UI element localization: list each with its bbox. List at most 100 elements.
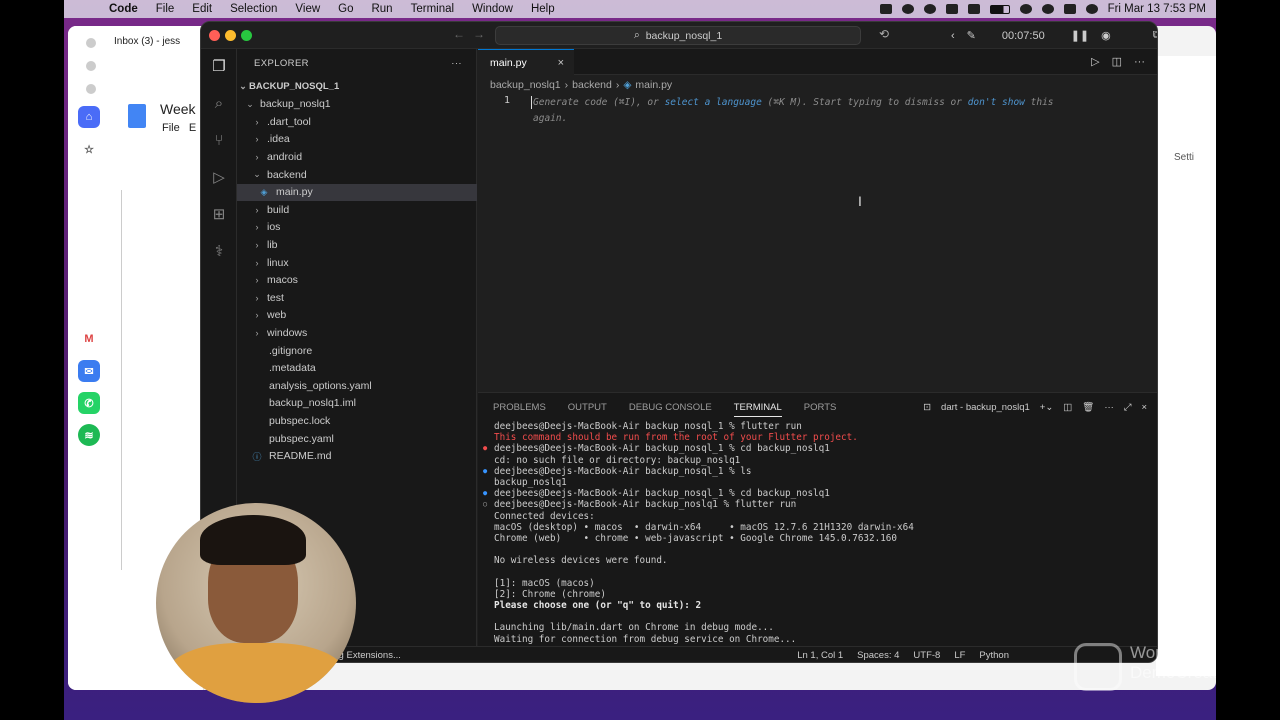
terminal-output[interactable]: deejbees@Deejs-MacBook-Air backup_nosql_… [483,421,1144,645]
tree-item[interactable]: pubspec.lock [237,412,477,430]
split-terminal-icon[interactable]: ◫ [1063,402,1072,413]
doc-menu-edit[interactable]: E [189,122,196,134]
dont-show-link[interactable]: don't show [968,97,1025,108]
command-decoration-icon[interactable]: ● [483,466,487,477]
status-cursor-position[interactable]: Ln 1, Col 1 [797,650,843,661]
tree-item[interactable]: › .dart_tool [237,113,477,131]
chevron-left-icon[interactable]: ‹ [951,30,955,42]
close-button[interactable] [209,30,220,41]
source-control-icon[interactable]: ⑂ [209,131,229,151]
search-icon[interactable]: ⌕ [209,94,229,114]
tree-item[interactable]: ⌄ backend [237,166,477,184]
status-encoding[interactable]: UTF-8 [913,650,940,661]
tab-terminal[interactable]: TERMINAL [733,398,782,417]
run-icon[interactable]: ▷ [1091,55,1099,68]
tree-item[interactable]: › web [237,307,477,325]
control-center-icon[interactable] [1063,4,1076,14]
tree-item[interactable]: › ios [237,219,477,237]
star-icon[interactable]: ☆ [78,138,100,160]
breadcrumb-file[interactable]: main.py [635,79,672,91]
status-app-icon[interactable] [879,4,892,14]
zoom-button[interactable] [241,30,252,41]
status-indentation[interactable]: Spaces: 4 [857,650,899,661]
pen-icon[interactable]: ✎ [967,29,976,42]
split-editor-icon[interactable]: ◫ [1112,55,1122,68]
pause-icon[interactable]: ❚❚ [1071,29,1089,42]
messenger-icon[interactable]: ✉ [78,360,100,382]
status-app-icon[interactable] [923,4,936,14]
more-actions-icon[interactable]: ··· [1134,56,1145,68]
spotify-icon[interactable]: ≋ [78,424,100,446]
wifi-icon[interactable] [1019,4,1032,14]
pdf-icon[interactable] [945,4,958,14]
tab-output[interactable]: OUTPUT [568,402,607,413]
tree-item[interactable]: ⌄ backup_noslq1 [237,96,477,114]
tab-main-py[interactable]: main.py × [478,49,574,75]
status-app-icon[interactable] [901,4,914,14]
run-debug-icon[interactable]: ▷ [209,168,229,188]
trash-icon[interactable]: 🗑 [1082,402,1094,413]
menu-edit[interactable]: Edit [183,3,221,15]
layout-icon[interactable]: ⧉ [1153,29,1157,42]
chrome-tab-gmail[interactable]: Inbox (3) - jess [114,36,180,47]
tree-item[interactable]: › windows [237,324,477,342]
command-decoration-icon[interactable]: ○ [483,499,487,510]
python-icon[interactable]: ⚕ [209,242,229,262]
add-terminal-icon[interactable]: +⌄ [1040,402,1054,413]
breadcrumb-folder[interactable]: backup_noslq1 [490,79,561,91]
tree-item[interactable]: › linux [237,254,477,272]
menu-window[interactable]: Window [463,3,522,15]
menu-file[interactable]: File [147,3,184,15]
more-actions-icon[interactable]: ··· [451,58,462,69]
spotlight-icon[interactable] [1041,4,1054,14]
root-folder[interactable]: ⌄ BACKUP_NOSQL_1 [237,78,477,96]
minimize-button[interactable] [225,30,236,41]
breadcrumb-subfolder[interactable]: backend [572,79,612,91]
maximize-panel-icon[interactable]: ⤢ [1124,402,1132,413]
tree-item[interactable]: analysis_options.yaml [237,377,477,395]
tree-item[interactable]: › test [237,289,477,307]
zoom-dot[interactable] [86,84,96,94]
tab-debug-console[interactable]: DEBUG CONSOLE [629,402,712,413]
menu-help[interactable]: Help [522,3,564,15]
gmail-icon[interactable]: M [78,328,100,350]
menu-go[interactable]: Go [329,3,362,15]
command-center[interactable]: ⌕ backup_nosql_1 [495,26,861,45]
command-decoration-icon[interactable]: ● [483,443,487,454]
menu-run[interactable]: Run [362,3,401,15]
close-icon[interactable]: × [558,57,564,69]
select-language-link[interactable]: select a language [665,97,762,108]
camera-icon[interactable]: ◉ [1101,29,1111,42]
tree-item[interactable]: .gitignore [237,342,477,360]
explorer-files-icon[interactable]: ❐ [209,57,229,77]
tab-ports[interactable]: PORTS [804,402,837,413]
tree-item[interactable]: › .idea [237,131,477,149]
terminal-instance-name[interactable]: dart - backup_noslq1 [941,402,1030,413]
tree-item[interactable]: › android [237,148,477,166]
menubar-clock[interactable]: Fri Mar 13 7:53 PM [1108,3,1206,15]
more-actions-icon[interactable]: ··· [1104,402,1114,413]
tree-item[interactable]: › lib [237,236,477,254]
extensions-icon[interactable]: ⊞ [209,205,229,225]
menu-terminal[interactable]: Terminal [402,3,463,15]
tree-item[interactable]: › macos [237,272,477,290]
menu-view[interactable]: View [286,3,329,15]
forward-arrow-icon[interactable]: → [473,27,485,41]
menu-app-name[interactable]: Code [100,3,147,15]
back-arrow-icon[interactable]: ← [453,27,465,41]
close-dot[interactable] [86,38,96,48]
tab-problems[interactable]: PROBLEMS [493,402,546,413]
close-panel-icon[interactable]: × [1141,402,1147,413]
tree-item[interactable]: pubspec.yaml [237,430,477,448]
menu-selection[interactable]: Selection [221,3,286,15]
command-decoration-icon[interactable]: ● [483,488,487,499]
copilot-icon[interactable]: ⟲ [879,27,889,41]
settings-partial-label[interactable]: Setti [1174,152,1194,163]
minimize-dot[interactable] [86,61,96,71]
status-eol[interactable]: LF [954,650,965,661]
tree-item[interactable]: ◈ main.py [237,183,477,201]
tree-item[interactable]: backup_noslq1.iml [237,395,477,413]
bluetooth-icon[interactable] [967,4,980,14]
whatsapp-icon[interactable]: ✆ [78,392,100,414]
battery-icon[interactable] [989,4,1010,14]
